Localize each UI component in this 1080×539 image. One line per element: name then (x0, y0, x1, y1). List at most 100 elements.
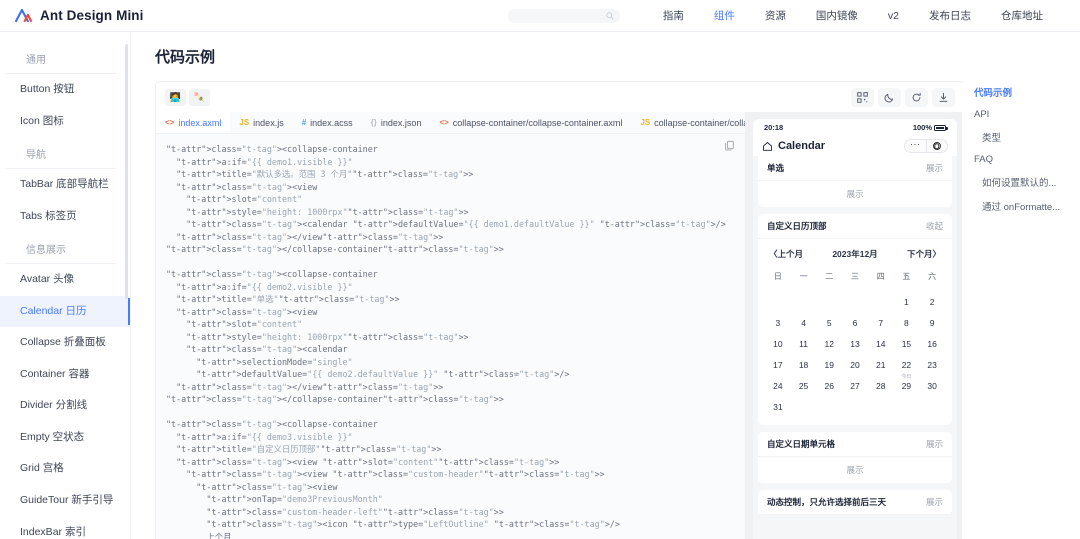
playground-button[interactable]: 🧑‍💻 (165, 88, 186, 106)
prev-month-button[interactable]: 〈上个月 (769, 248, 803, 260)
file-tab-index-js[interactable]: JS index.js (230, 112, 292, 133)
panel-action[interactable]: 收起 (926, 220, 943, 232)
calendar-day-cell[interactable]: 2 (919, 291, 945, 312)
calendar-day-number: 11 (799, 338, 808, 349)
home-icon[interactable] (762, 141, 773, 152)
calendar-day-cell[interactable]: 6 (842, 312, 868, 333)
brand[interactable]: Ant Design Mini (0, 7, 144, 24)
sidebar-item-divider[interactable]: Divider 分割线 (0, 390, 130, 422)
nav-item-changelog[interactable]: 发布日志 (914, 8, 986, 23)
sidebar-item-avatar[interactable]: Avatar 头像 (0, 264, 130, 296)
calendar-day-cell[interactable]: 15 (894, 333, 920, 354)
file-tab-collapse-container-axml[interactable]: <> collapse-container/collapse-container… (430, 112, 631, 133)
calendar-day-cell[interactable]: 14 (868, 333, 894, 354)
calendar-day-cell[interactable]: 21 (868, 354, 894, 375)
calendar-cell-empty (842, 396, 868, 417)
theme-button[interactable]: 🍡 (189, 88, 210, 106)
calendar-day-cell[interactable]: 17 (765, 354, 791, 375)
next-month-button[interactable]: 下个月〉 (907, 248, 941, 260)
calendar-day-cell[interactable]: 1 (894, 291, 920, 312)
left-sidebar[interactable]: 通用 Button 按钮 Icon 图标 导航 TabBar 底部导航栏 Tab… (0, 32, 131, 539)
panel-body[interactable]: 展示 (758, 457, 952, 483)
sidebar-item-indexbar[interactable]: IndexBar 索引 (0, 517, 130, 539)
panel-action[interactable]: 展示 (926, 496, 943, 508)
calendar-day-cell[interactable]: 23 (919, 354, 945, 375)
calendar-day-cell[interactable]: 26 (816, 375, 842, 396)
more-icon[interactable]: ··· (905, 140, 927, 152)
calendar-day-cell[interactable]: 11 (791, 333, 817, 354)
file-tab-bar[interactable]: <> index.axml JS index.js # index.acss {… (156, 112, 745, 134)
calendar-day-cell[interactable]: 18 (791, 354, 817, 375)
sidebar-item-collapse[interactable]: Collapse 折叠面板 (0, 327, 130, 359)
phone-content[interactable]: 单选 展示 展示 自定义日历顶部 收起 〈上个月 2023年12月 下个月〉 日… (753, 156, 957, 539)
today-label: 今日 (901, 374, 912, 380)
panel-header: 自定义日期单元格 展示 (758, 432, 952, 457)
calendar-day-cell[interactable]: 13 (842, 333, 868, 354)
toc-item-api[interactable]: API (974, 104, 1080, 125)
nav-item-components[interactable]: 组件 (699, 8, 750, 23)
sidebar-item-tabs[interactable]: Tabs 标签页 (0, 201, 130, 233)
sidebar-item-button[interactable]: Button 按钮 (0, 74, 130, 106)
nav-item-v2[interactable]: v2 (873, 10, 914, 22)
file-tab-collapse-container-js[interactable]: JS collapse-container/collap (631, 112, 745, 133)
calendar-day-cell[interactable]: 30 (919, 375, 945, 396)
toc-item-types[interactable]: 类型 (974, 125, 1080, 149)
calendar-day-cell[interactable]: 5 (816, 312, 842, 333)
calendar-day-cell[interactable]: 12 (816, 333, 842, 354)
calendar-day-cell[interactable]: 19 (816, 354, 842, 375)
calendar-day-cell[interactable]: 今日 29 (894, 375, 920, 396)
file-tab-index-axml[interactable]: <> index.axml (156, 112, 231, 133)
copy-icon[interactable] (724, 140, 735, 151)
calendar-days[interactable]: 1 2 3 4 5 6 7 8 9 10 11 12 13 14 15 16 17 18 19 20 21 22 23 24 2… (765, 291, 945, 417)
mini-program-capsule[interactable]: ··· (904, 139, 948, 153)
calendar-day-cell[interactable]: 16 (919, 333, 945, 354)
calendar-day-cell[interactable]: 27 (842, 375, 868, 396)
sidebar-item-empty[interactable]: Empty 空状态 (0, 422, 130, 454)
toc-item-code-examples[interactable]: 代码示例 (974, 80, 1080, 104)
sidebar-item-container[interactable]: Container 容器 (0, 359, 130, 391)
panel-body[interactable]: 展示 (758, 181, 952, 207)
calendar-day-cell[interactable]: 24 (765, 375, 791, 396)
calendar-day-cell[interactable]: 7 (868, 312, 894, 333)
calendar-week-row: 3 4 5 6 7 8 9 (765, 312, 945, 333)
sidebar-item-guidetour[interactable]: GuideTour 新手引导 (0, 485, 130, 517)
sidebar-item-tabbar[interactable]: TabBar 底部导航栏 (0, 169, 130, 201)
calendar-day-cell[interactable]: 8 (894, 312, 920, 333)
refresh-button[interactable] (905, 87, 928, 107)
panel-action[interactable]: 展示 (926, 162, 943, 174)
calendar-day-cell[interactable]: 28 (868, 375, 894, 396)
panel-action[interactable]: 展示 (926, 438, 943, 450)
sidebar-item-icon[interactable]: Icon 图标 (0, 106, 130, 138)
search-input[interactable] (507, 8, 620, 23)
qrcode-button[interactable] (851, 87, 874, 107)
dark-mode-button[interactable] (878, 87, 901, 107)
download-button[interactable] (932, 87, 955, 107)
calendar-day-cell[interactable]: 22 (894, 354, 920, 375)
toc-item-faq[interactable]: FAQ (974, 149, 1080, 170)
nav-item-repo[interactable]: 仓库地址 (986, 8, 1058, 23)
sidebar-item-grid[interactable]: Grid 宫格 (0, 453, 130, 485)
file-tab-index-json[interactable]: {} index.json (362, 112, 431, 133)
calendar-day-cell[interactable]: 9 (919, 312, 945, 333)
nav-item-resources[interactable]: 资源 (750, 8, 801, 23)
toc-item-faq-onformatter[interactable]: 通过 onFormatte... (974, 194, 1080, 218)
calendar-day-number: 1 (904, 296, 909, 307)
toc-item-faq-default[interactable]: 如何设置默认的... (974, 170, 1080, 194)
nav-item-mirror[interactable]: 国内镜像 (801, 8, 873, 23)
js-file-icon: JS (239, 118, 250, 127)
calendar-day-cell[interactable]: 31 (765, 396, 791, 417)
nav-item-guide[interactable]: 指南 (648, 8, 699, 23)
calendar-week-row: 12 (765, 291, 945, 312)
sidebar-scrollbar[interactable] (125, 44, 128, 299)
calendar-day-cell[interactable]: 3 (765, 312, 791, 333)
sidebar-group-display: 信息展示 (6, 232, 116, 265)
sidebar-item-calendar[interactable]: Calendar 日历 (0, 295, 130, 328)
close-button[interactable] (927, 142, 948, 150)
calendar-day-cell[interactable]: 10 (765, 333, 791, 354)
page-title: 代码示例 (155, 49, 216, 66)
calendar-day-cell[interactable]: 25 (791, 375, 817, 396)
calendar-day-cell[interactable]: 4 (791, 312, 817, 333)
file-tab-index-acss[interactable]: # index.acss (293, 112, 362, 133)
code-editor[interactable]: "t-attr">class="t-tag"><collapse-contain… (156, 134, 745, 539)
calendar-day-cell[interactable]: 20 (842, 354, 868, 375)
